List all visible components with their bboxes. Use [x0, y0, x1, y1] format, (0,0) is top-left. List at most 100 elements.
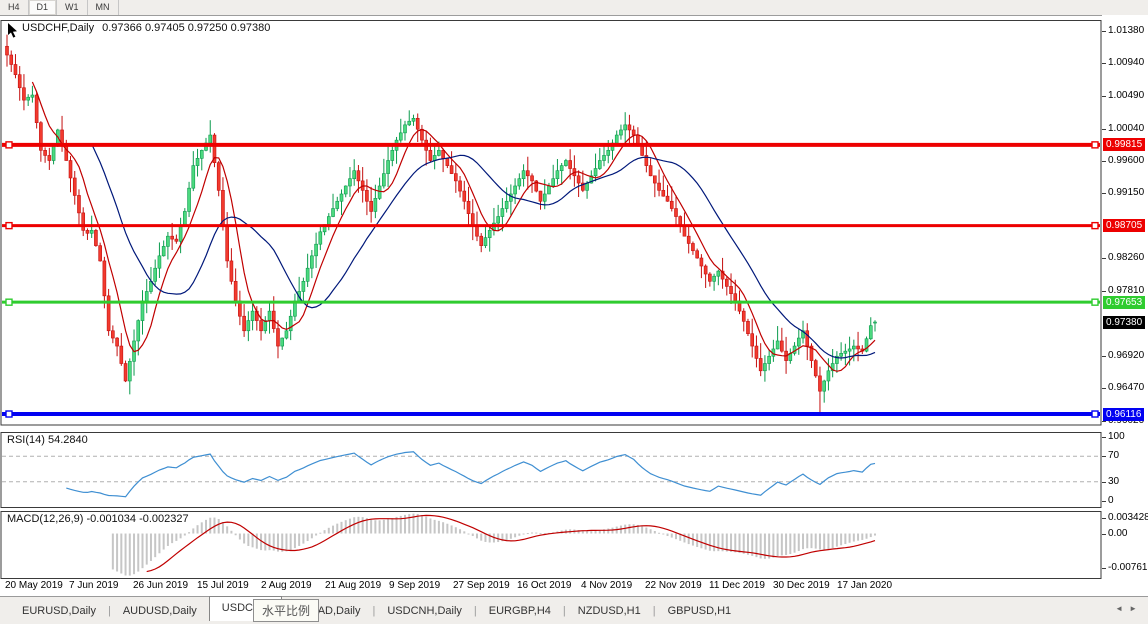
price-axis-label: 1.00940 [1108, 57, 1145, 68]
axis-tick [1102, 568, 1106, 569]
rsi-axis-label: 70 [1108, 450, 1120, 462]
rsi-axis-label: 30 [1108, 475, 1120, 487]
date-axis-label: 4 Nov 2019 [581, 580, 633, 591]
hline-handle[interactable] [5, 141, 13, 149]
price-badge-0.97653: 0.97653 [1103, 295, 1146, 309]
date-axis-label: 17 Jan 2020 [837, 580, 893, 591]
timeframe-button-h4[interactable]: H4 [0, 0, 29, 15]
rsi-axis-label: 0 [1108, 495, 1114, 506]
chart-title: USDCHF,Daily 0.97366 0.97405 0.97250 0.97… [22, 22, 270, 34]
hline-handle[interactable] [5, 221, 13, 230]
axis-tick [1102, 437, 1106, 438]
rsi-name: RSI(14) [7, 434, 45, 446]
axis-tick [1102, 128, 1106, 130]
price-axis-label: 1.01380 [1108, 25, 1145, 36]
date-axis-label: 26 Jun 2019 [133, 580, 189, 591]
chart-tab-audusddaily[interactable]: AUDUSD,Daily [111, 601, 209, 621]
price-badge-0.97380: 0.97380 [1103, 315, 1146, 329]
date-axis-label: 27 Sep 2019 [453, 580, 510, 591]
chart-ohlc-values: 0.97366 0.97405 0.97250 0.97380 [102, 22, 271, 34]
horizontal-line-0.96116[interactable] [2, 410, 1100, 418]
price-badge-0.96116: 0.96116 [1103, 407, 1145, 421]
chart-tab-nzdusdh1[interactable]: NZDUSD,H1 [566, 601, 653, 621]
axis-tick [1102, 456, 1106, 458]
axis-tick [1102, 355, 1106, 357]
axis-tick [1102, 31, 1106, 32]
horizontal-line-0.97653[interactable] [2, 298, 1100, 306]
date-axis-label: 20 May 2019 [5, 580, 63, 591]
chart-symbol-period: USDCHF,Daily [22, 22, 95, 34]
chart-tab-eurusddaily[interactable]: EURUSD,Daily [10, 601, 108, 621]
macd-axis-label: 0.00 [1108, 527, 1128, 539]
axis-tick [1102, 421, 1106, 422]
price-axis[interactable]: 1.01380 1.00940 1.00490 1.00040 0.99600 0.991… [1102, 15, 1148, 580]
hline-handle[interactable] [5, 298, 13, 306]
price-axis-label: 0.98260 [1108, 252, 1145, 263]
mt4-window: H4 D1 W1 MN USDCHF,Daily 0.97366 0.97405 0.9… [0, 0, 1148, 624]
axis-tick [1102, 518, 1106, 519]
macd-label: MACD(12,26,9) -0.001034 -0.002327 [7, 513, 189, 525]
horizontal-line-0.98705[interactable] [2, 221, 1100, 230]
date-axis-label: 21 Aug 2019 [325, 580, 382, 591]
price-badge-0.98705: 0.98705 [1103, 219, 1146, 233]
date-axis-label: 2 Aug 2019 [261, 580, 312, 591]
rsi-label: RSI(14) 54.2840 [7, 434, 88, 446]
axis-tick [1102, 388, 1106, 390]
main-chart-canvas[interactable] [0, 20, 1102, 426]
axis-tick [1102, 160, 1106, 162]
chart-tab-usdcnhdaily[interactable]: USDCNH,Daily [375, 601, 474, 621]
price-axis-label: 1.00040 [1108, 122, 1145, 134]
main-plot-border [0, 20, 1102, 426]
date-axis-label: 7 Jun 2019 [69, 580, 119, 591]
axis-tick [1102, 533, 1106, 535]
axis-tick [1102, 63, 1106, 64]
tooltip: 水平比例 [253, 599, 320, 622]
hline-handle[interactable] [5, 410, 13, 418]
date-axis-label: 9 Sep 2019 [389, 580, 441, 591]
chart-tab-bar: EURUSD,Daily | AUDUSD,Daily USDCHF, SDCAD,Da… [0, 596, 1148, 624]
horizontal-line-0.99815[interactable] [2, 141, 1100, 149]
hline-handle[interactable] [1091, 410, 1099, 418]
date-axis-label: 15 Jul 2019 [197, 580, 249, 591]
price-badge-0.99815: 0.99815 [1103, 138, 1146, 152]
date-axis-label: 22 Nov 2019 [645, 580, 702, 591]
date-axis-label: 11 Dec 2019 [709, 580, 765, 591]
price-axis-label: 0.96920 [1108, 349, 1145, 361]
macd-axis-label: -0.007615 [1108, 562, 1148, 573]
macd-histogram [111, 513, 876, 576]
timeframe-toolbar: H4 D1 W1 MN [0, 0, 1148, 16]
hline-handle[interactable] [1091, 141, 1099, 149]
hline-handle[interactable] [1091, 221, 1099, 230]
rsi-line [66, 451, 876, 498]
date-axis[interactable]: 20 May 2019 7 Jun 2019 26 Jun 2019 15 Jul 2… [0, 579, 1100, 595]
tab-scroll-right-button[interactable]: ► [1129, 604, 1143, 613]
hline-handle[interactable] [1091, 298, 1099, 306]
rsi-canvas[interactable] [0, 432, 1102, 508]
chart-tab-gbpusdh1[interactable]: GBPUSD,H1 [656, 601, 744, 621]
mouse-cursor-icon [8, 23, 17, 38]
tab-scroll-buttons: ◄► [1115, 604, 1143, 613]
date-axis-label: 30 Dec 2019 [773, 580, 830, 591]
rsi-axis-label: 100 [1108, 431, 1125, 442]
price-axis-label: 0.99150 [1108, 187, 1145, 199]
macd-name: MACD(12,26,9) [7, 513, 84, 525]
price-axis-label: 0.99600 [1108, 154, 1145, 166]
axis-tick [1102, 258, 1106, 259]
axis-tick [1102, 501, 1106, 502]
macd-values: -0.001034 -0.002327 [86, 513, 189, 525]
axis-tick [1102, 481, 1106, 483]
axis-tick [1102, 193, 1106, 195]
tab-scroll-left-button[interactable]: ◄ [1115, 604, 1129, 613]
price-axis-label: 0.96470 [1108, 382, 1145, 394]
rsi-border [0, 432, 1102, 508]
chart-tab-eurgbph4[interactable]: EURGBP,H4 [477, 601, 563, 621]
macd-axis-label: 0.003428 [1108, 512, 1148, 523]
timeframe-button-mn[interactable]: MN [88, 0, 119, 15]
price-axis-label: 0.97810 [1108, 284, 1145, 296]
timeframe-button-d1[interactable]: D1 [28, 0, 58, 15]
date-axis-label: 16 Oct 2019 [517, 580, 572, 591]
axis-tick [1102, 95, 1106, 97]
rsi-value: 54.2840 [47, 434, 88, 446]
timeframe-button-w1[interactable]: W1 [57, 0, 88, 15]
price-axis-label: 1.00490 [1108, 89, 1145, 101]
